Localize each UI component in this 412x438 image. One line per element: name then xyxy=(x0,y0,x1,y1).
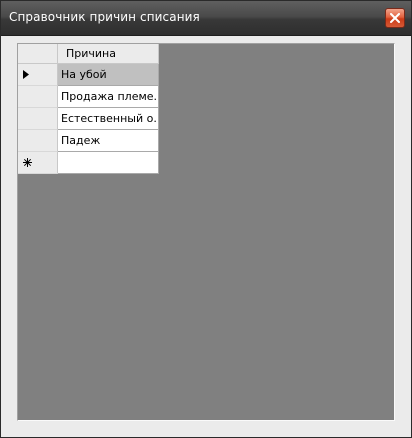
close-button[interactable] xyxy=(385,8,405,28)
row-header-current[interactable] xyxy=(18,64,58,86)
grid-cell[interactable]: На убой xyxy=(58,64,159,86)
dialog-window: Справочник причин списания Причина На уб… xyxy=(0,0,412,438)
new-row-cell[interactable] xyxy=(58,152,159,174)
grid-cell[interactable]: Падеж xyxy=(58,130,159,152)
window-title: Справочник причин списания xyxy=(9,10,200,24)
column-header-reason[interactable]: Причина xyxy=(58,44,159,64)
row-header-new[interactable] xyxy=(18,152,58,174)
row-header[interactable] xyxy=(18,86,58,108)
row-header[interactable] xyxy=(18,130,58,152)
grid-cell[interactable]: Естественный о... xyxy=(58,108,159,130)
close-icon xyxy=(390,13,400,23)
data-grid-view[interactable]: Причина На убой Продажа племе... Естеств… xyxy=(17,43,395,421)
row-header[interactable] xyxy=(18,108,58,130)
title-bar[interactable]: Справочник причин списания xyxy=(1,1,411,36)
current-row-arrow-icon xyxy=(23,70,29,79)
grid-cell[interactable]: Продажа племе... xyxy=(58,86,159,108)
grid-corner-header[interactable] xyxy=(18,44,58,64)
asterisk-icon xyxy=(23,158,32,167)
